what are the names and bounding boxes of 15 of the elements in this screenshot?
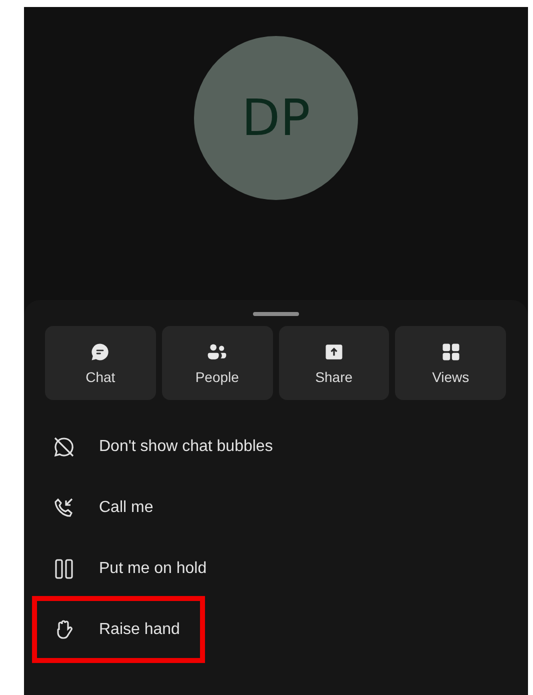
avatar-initials: DP [242, 89, 310, 147]
pause-icon [52, 556, 76, 580]
chat-bubble-icon [89, 341, 112, 363]
menu-label: Call me [99, 498, 154, 516]
menu-label: Don't show chat bubbles [99, 438, 273, 456]
grid-icon [440, 341, 462, 363]
menu-item[interactable]: Raise hand [32, 596, 205, 663]
chat-button[interactable]: Chat [45, 326, 156, 400]
drag-handle[interactable] [252, 312, 298, 316]
views-button[interactable]: Views [395, 326, 506, 400]
menu-label: Put me on hold [99, 560, 207, 578]
share-button[interactable]: Share [278, 326, 390, 400]
crossed-chat-icon [52, 434, 76, 458]
menu-label: Raise hand [99, 620, 180, 638]
people-button[interactable]: People [162, 326, 272, 400]
